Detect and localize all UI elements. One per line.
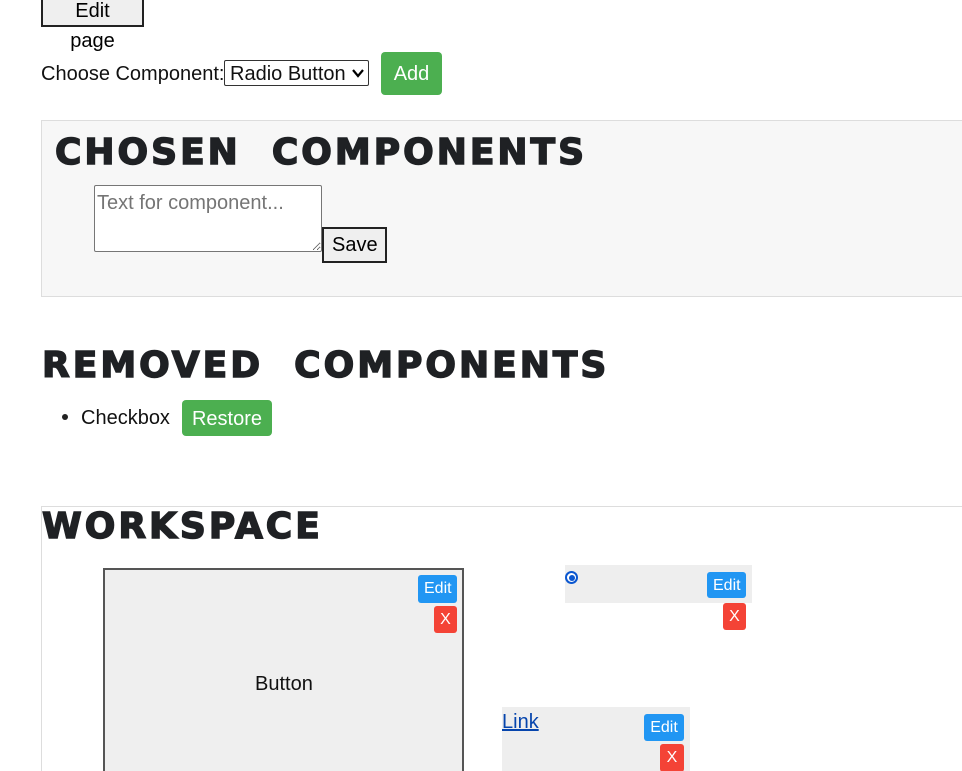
button-component-edit-button[interactable]: Edit [418,575,457,603]
component-select-value: Radio Button [230,63,346,85]
chosen-components-title: CHOSEN COMPONENTS [54,132,588,174]
radio-dot-icon [568,574,575,581]
add-button[interactable]: Add [381,52,442,95]
edit-page-button[interactable]: Edit page [41,0,144,52]
radio-button[interactable] [565,571,578,584]
link-component-edit-button[interactable]: Edit [644,714,684,741]
radio-component-edit-button[interactable]: Edit [707,572,746,598]
workspace-button-component[interactable]: Button [103,568,464,771]
choose-component-label: Choose Component: [41,63,225,85]
component-text-input[interactable] [94,185,322,252]
save-button[interactable]: Save [322,227,387,263]
removed-item-label: Checkbox [81,407,170,429]
workspace-button-text: Button [255,673,313,695]
workspace-link[interactable]: Link [502,710,539,734]
radio-component-remove-button[interactable]: X [723,603,746,630]
chevron-down-icon [352,66,364,85]
component-select[interactable]: Radio Button [224,60,369,86]
removed-components-title: REMOVED COMPONENTS [41,345,610,387]
workspace-title: WORKSPACE [41,506,323,548]
page: Edit page Choose Component: Radio Button… [0,0,962,771]
button-component-remove-button[interactable]: X [434,606,457,633]
link-component-remove-button[interactable]: X [660,744,684,771]
restore-button[interactable]: Restore [182,400,272,436]
bullet-icon [62,414,68,420]
